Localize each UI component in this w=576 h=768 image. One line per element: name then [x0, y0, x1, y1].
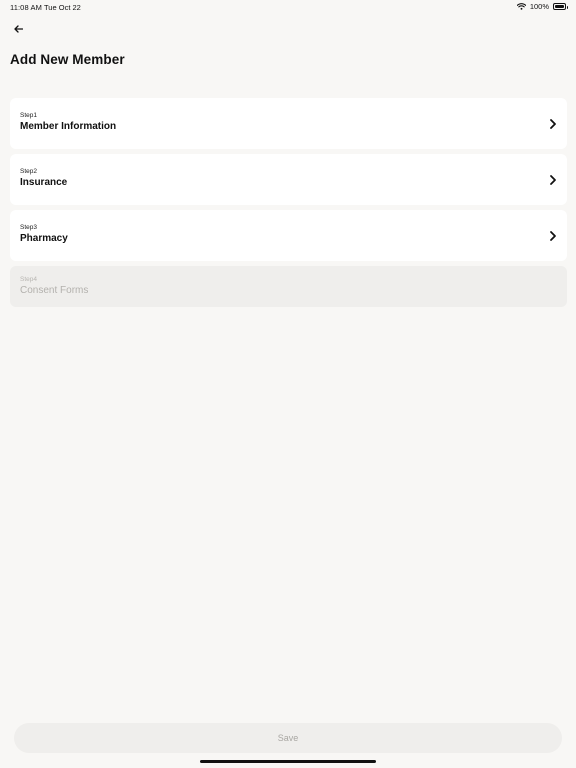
- step-number: Step4: [20, 276, 37, 283]
- steps-list: Step1 Member Information Step2 Insurance…: [10, 98, 567, 312]
- back-button[interactable]: [10, 21, 26, 37]
- step-title: Pharmacy: [20, 233, 68, 244]
- page-title: Add New Member: [10, 52, 125, 67]
- step-card-insurance[interactable]: Step2 Insurance: [10, 154, 567, 205]
- status-indicators: 100%: [516, 2, 568, 11]
- status-bar: 11:08 AM Tue Oct 22 100%: [0, 0, 576, 16]
- chevron-right-icon: [549, 117, 557, 129]
- battery-icon: [553, 3, 568, 10]
- status-date: Tue Oct 22: [44, 3, 81, 12]
- home-indicator: [200, 760, 376, 763]
- save-button[interactable]: Save: [14, 723, 562, 753]
- wifi-icon: [516, 3, 526, 10]
- battery-percentage: 100%: [529, 2, 549, 11]
- step-number: Step2: [20, 168, 37, 175]
- step-title: Insurance: [20, 177, 68, 188]
- step-card-consent-forms: Step4 Consent Forms: [10, 266, 567, 307]
- chevron-right-icon: [549, 173, 557, 185]
- step-title: Member Information: [20, 121, 117, 132]
- step-title: Consent Forms: [20, 285, 89, 296]
- arrow-left-icon: [13, 20, 23, 38]
- step-card-pharmacy[interactable]: Step3 Pharmacy: [10, 210, 567, 261]
- status-time: 11:08 AM: [10, 3, 42, 12]
- step-number: Step1: [20, 112, 37, 119]
- step-card-member-information[interactable]: Step1 Member Information: [10, 98, 567, 149]
- chevron-right-icon: [549, 229, 557, 241]
- battery-fill: [555, 5, 564, 8]
- step-number: Step3: [20, 224, 37, 231]
